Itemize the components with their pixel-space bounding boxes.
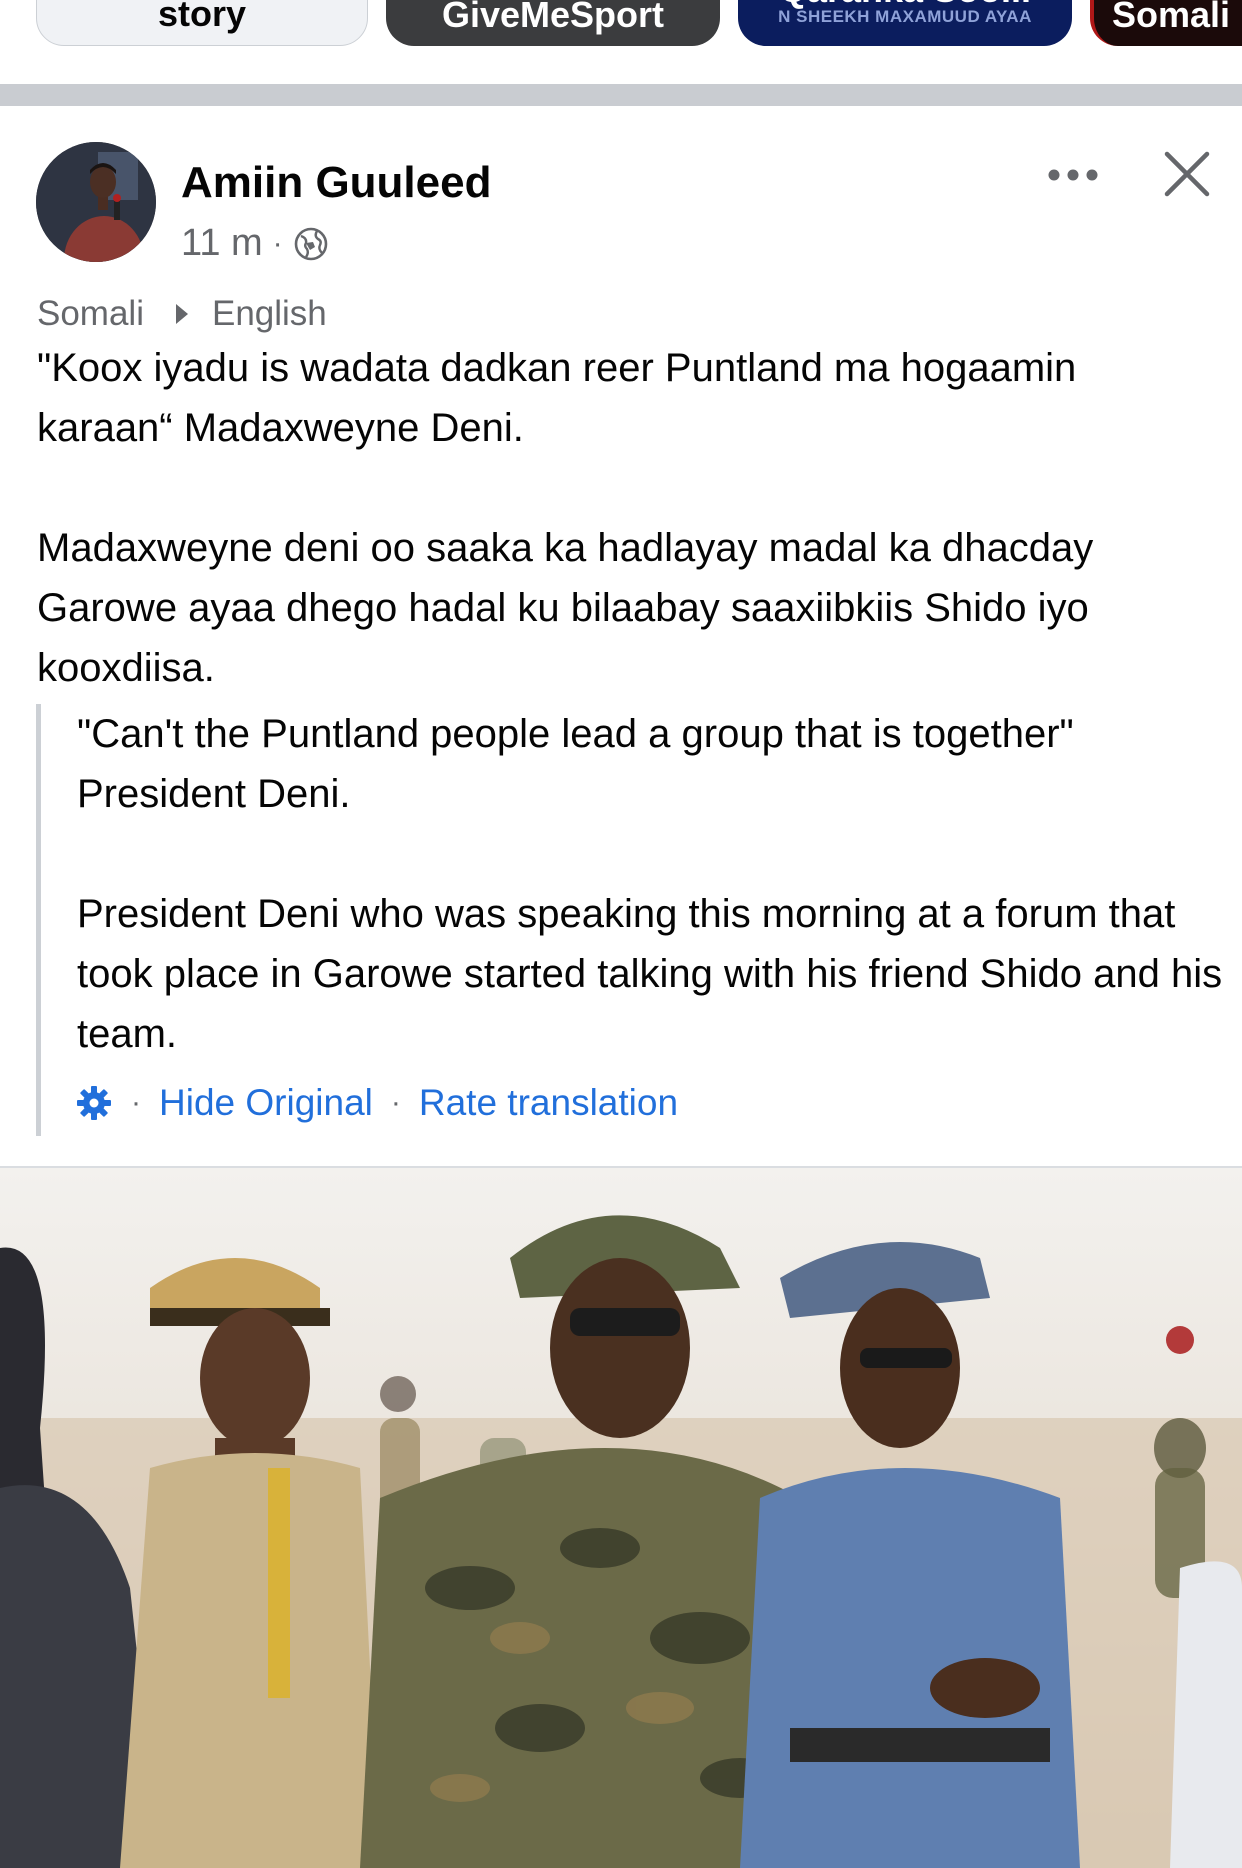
translated-text: "Can't the Puntland people lead a group … (77, 704, 1237, 1064)
action-separator: · (131, 1086, 141, 1119)
more-options-icon[interactable] (1040, 150, 1106, 200)
arrow-right-icon (175, 304, 188, 324)
source-language: Somali (37, 294, 144, 333)
translation-block: "Can't the Puntland people lead a group … (36, 704, 1231, 1136)
post-paragraph: "Koox iyadu is wadata dadkan reer Puntla… (37, 346, 1077, 450)
meta-separator: · (272, 226, 283, 260)
story-label: Somali (1112, 0, 1231, 35)
story-card[interactable]: Qaranka Soo... N SHEEKH MAXAMUUD AYAA (738, 0, 1072, 46)
translation-actions: · Hide Original · Rate translation (75, 1082, 678, 1124)
gear-icon[interactable] (75, 1084, 113, 1122)
target-language: English (211, 294, 327, 333)
globe-icon (293, 226, 329, 262)
action-separator: · (390, 1086, 401, 1119)
story-card[interactable]: story (36, 0, 368, 46)
avatar[interactable] (36, 142, 156, 262)
post-photo[interactable] (0, 1168, 1242, 1868)
translated-paragraph: President Deni who was speaking this mor… (77, 892, 1223, 1056)
post-paragraph: Madaxweyne deni oo saaka ka hadlayay mad… (37, 526, 1094, 690)
section-divider (0, 84, 1242, 106)
post-meta: 11 m · (181, 222, 329, 265)
story-sublabel: N SHEEKH MAXAMUUD AYAA (778, 7, 1032, 26)
stories-strip: story GiveMeSport Qaranka Soo... N SHEEK… (0, 0, 1242, 84)
translation-languages: Somali English (37, 294, 327, 334)
author-name[interactable]: Amiin Guuleed (181, 158, 491, 208)
story-card[interactable]: Somali (1090, 0, 1242, 46)
story-label: story (157, 0, 247, 34)
post-time[interactable]: 11 m (181, 222, 263, 265)
rate-translation-link[interactable]: Rate translation (419, 1082, 678, 1124)
post-original-text: "Koox iyadu is wadata dadkan reer Puntla… (37, 338, 1217, 698)
story-card[interactable]: GiveMeSport (386, 0, 720, 46)
hide-original-link[interactable]: Hide Original (159, 1082, 373, 1124)
close-icon[interactable] (1152, 145, 1222, 203)
translated-paragraph: "Can't the Puntland people lead a group … (77, 712, 1074, 816)
story-label: GiveMeSport (441, 0, 665, 35)
